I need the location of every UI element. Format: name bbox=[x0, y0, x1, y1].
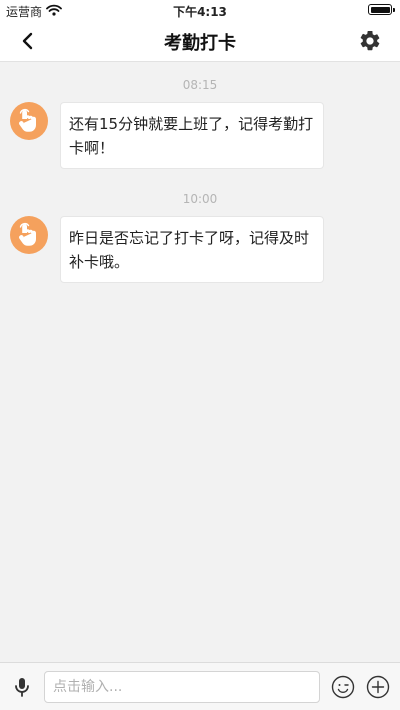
message-timestamp: 10:00 bbox=[182, 192, 218, 206]
smiley-icon bbox=[331, 675, 355, 699]
back-button[interactable] bbox=[12, 29, 44, 53]
emoji-button[interactable] bbox=[331, 675, 355, 699]
settings-button[interactable] bbox=[358, 29, 382, 53]
chevron-left-icon bbox=[22, 32, 33, 50]
status-time: 下午4:13 bbox=[173, 5, 227, 19]
message-input[interactable] bbox=[44, 671, 320, 703]
status-bar: 运营商 下午4:13 bbox=[0, 0, 400, 20]
battery-icon bbox=[368, 4, 395, 15]
input-bar bbox=[0, 662, 400, 710]
add-button[interactable] bbox=[366, 675, 390, 699]
message-bubble[interactable]: 昨日是否忘记了打卡了呀，记得及时补卡哦。 bbox=[60, 216, 324, 283]
tap-hand-icon bbox=[19, 109, 36, 132]
nav-bar: 考勤打卡 bbox=[0, 20, 400, 62]
chat-list[interactable]: 08:15 还有15分钟就要上班了，记得考勤打卡啊！ 10:00 昨日是否忘记了… bbox=[0, 62, 400, 662]
plus-circle-icon bbox=[366, 675, 390, 699]
message-bubble[interactable]: 还有15分钟就要上班了，记得考勤打卡啊！ bbox=[60, 102, 324, 169]
microphone-icon bbox=[15, 678, 29, 697]
tap-hand-icon bbox=[19, 223, 36, 246]
avatar[interactable] bbox=[10, 216, 48, 254]
avatar[interactable] bbox=[10, 102, 48, 140]
voice-button[interactable] bbox=[10, 675, 34, 699]
message-timestamp: 08:15 bbox=[182, 78, 218, 92]
gear-icon bbox=[360, 30, 380, 51]
page-title: 考勤打卡 bbox=[164, 33, 236, 54]
